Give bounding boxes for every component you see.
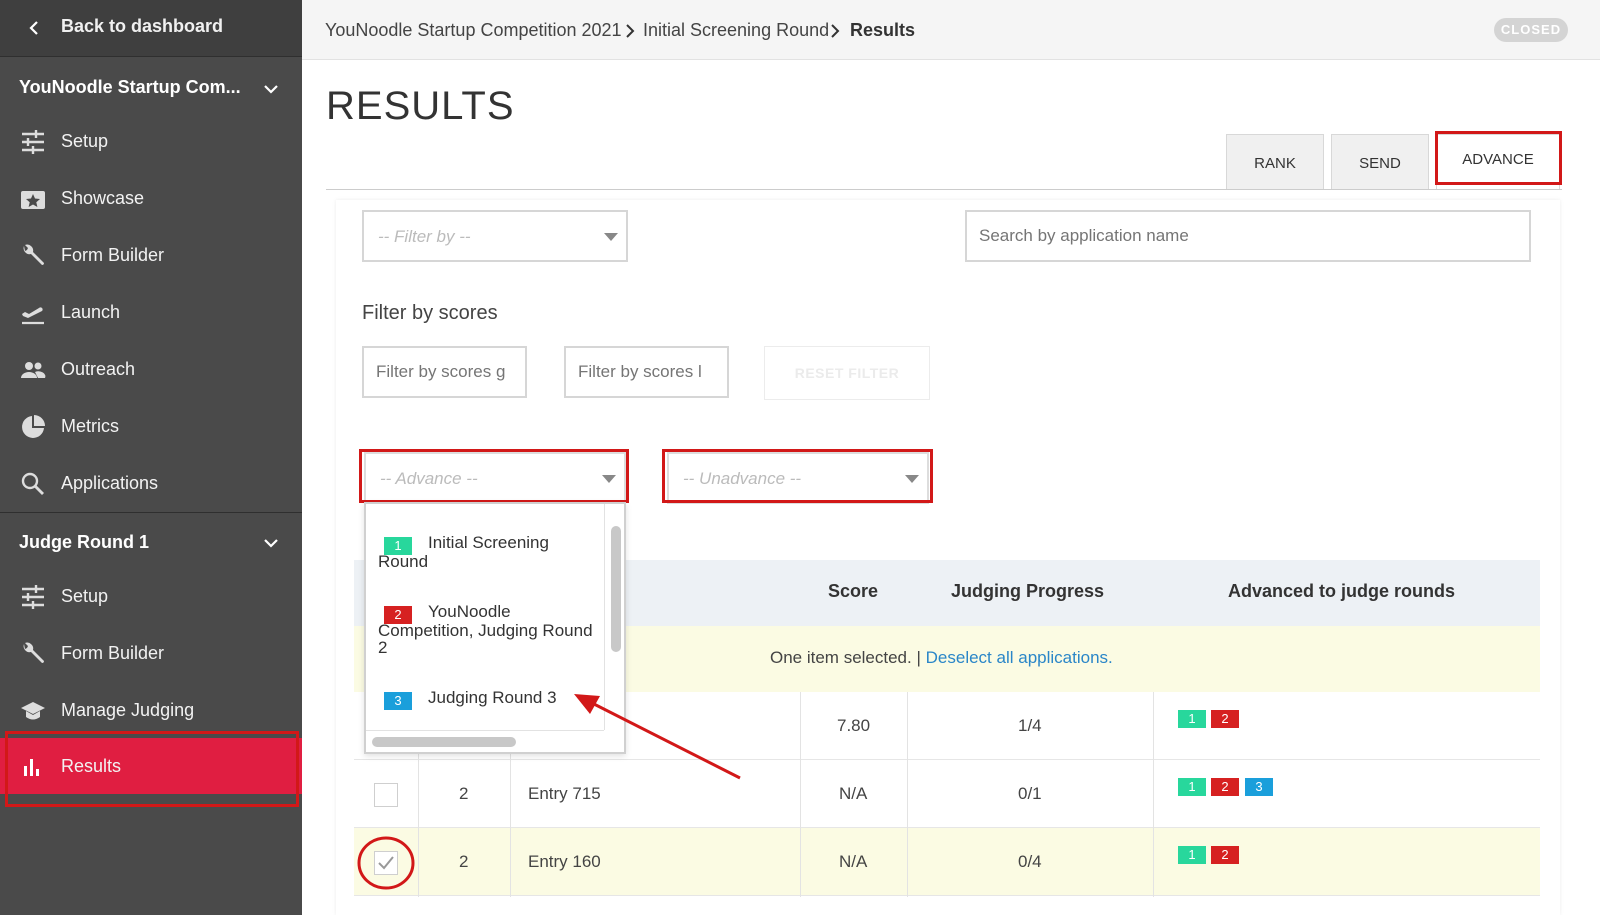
row-progress: 0/4 <box>1018 852 1042 871</box>
option-label: Judging Round 3 <box>428 688 557 707</box>
wrench-icon <box>20 243 46 269</box>
tab-rank[interactable]: RANK <box>1226 134 1324 190</box>
round-badge-3: 3 <box>384 692 412 710</box>
column-judging-progress[interactable]: Judging Progress <box>951 581 1104 602</box>
advance-option-judging-round-2[interactable]: 2 YouNoodle Competition, Judging Round 2 <box>378 603 598 656</box>
sidebar-item-round-form-builder[interactable]: Form Builder <box>0 625 302 681</box>
page-title: RESULTS <box>326 84 515 128</box>
back-to-dashboard-link[interactable]: Back to dashboard <box>0 0 302 56</box>
vertical-scrollbar[interactable] <box>611 526 621 652</box>
selection-text: One item selected. | Deselect all applic… <box>770 648 1113 668</box>
program-section-title[interactable]: YouNoodle Startup Com... <box>19 77 241 98</box>
row-score: N/A <box>839 852 868 871</box>
round-badge-3: 3 <box>1245 778 1273 796</box>
deselect-all-link[interactable]: Deselect all applications. <box>926 648 1113 667</box>
row-score: N/A <box>839 784 868 803</box>
sliders-icon <box>20 129 46 155</box>
round-badge-1: 1 <box>1178 778 1206 796</box>
row-rank: 2 <box>459 852 469 871</box>
column-divider <box>1153 692 1154 897</box>
round-badge-2: 2 <box>1211 778 1239 796</box>
chevron-right-icon <box>828 23 842 39</box>
advance-tab-annotation-box <box>1435 131 1562 185</box>
column-divider <box>800 692 801 897</box>
sidebar-item-launch[interactable]: Launch <box>0 284 302 340</box>
advance-option-initial-screening[interactable]: 1 Initial Screening Round <box>378 534 598 570</box>
row-rank: 2 <box>459 784 469 803</box>
sliders-icon <box>20 584 46 610</box>
row-entry-name[interactable]: Entry 160 <box>528 852 601 872</box>
breadcrumb-round[interactable]: Initial Screening Round <box>643 20 829 41</box>
sidebar-item-label: Setup <box>61 586 109 606</box>
sidebar-item-outreach[interactable]: Outreach <box>0 341 302 397</box>
round-section-title[interactable]: Judge Round 1 <box>19 532 149 553</box>
row-checkbox[interactable] <box>374 783 398 807</box>
sidebar-divider <box>0 512 302 513</box>
row-progress: 0/1 <box>1018 784 1042 803</box>
sidebar-item-showcase[interactable]: Showcase <box>0 170 302 226</box>
search-icon <box>20 471 46 497</box>
round-badge-1: 1 <box>384 537 412 555</box>
advance-select-annotation-box <box>359 449 629 503</box>
checkbox-annotation-circle <box>357 836 415 890</box>
filter-by-scores-label: Filter by scores <box>362 302 498 324</box>
round-badge-2: 2 <box>1211 846 1239 864</box>
filter-by-placeholder: -- Filter by -- <box>378 227 471 246</box>
chevron-down-icon[interactable] <box>262 534 280 552</box>
annotation-arrow-icon <box>574 694 741 780</box>
sidebar-item-form-builder[interactable]: Form Builder <box>0 227 302 283</box>
round-badge-2: 2 <box>1211 710 1239 728</box>
column-divider <box>907 692 908 897</box>
sidebar-item-label: Outreach <box>61 359 136 379</box>
sidebar-item-label: Form Builder <box>61 245 165 265</box>
tabs-divider <box>326 189 1562 190</box>
status-badge: CLOSED <box>1494 18 1568 42</box>
round-badge-1: 1 <box>1178 710 1206 728</box>
scores-greater-input[interactable] <box>362 346 527 398</box>
sidebar-item-metrics[interactable]: Metrics <box>0 398 302 454</box>
sidebar-item-label: Applications <box>61 473 159 493</box>
wrench-icon <box>20 641 46 667</box>
breadcrumb-competition[interactable]: YouNoodle Startup Competition 2021 <box>325 20 622 41</box>
sidebar-item-setup[interactable]: Setup <box>0 113 302 169</box>
row-score: 7.80 <box>837 716 871 735</box>
reset-filter-button[interactable]: RESET FILTER <box>764 346 930 400</box>
row-progress: 1/4 <box>1018 716 1042 735</box>
unadvance-select-annotation-box <box>662 449 933 503</box>
sidebar-item-label: Launch <box>61 302 121 322</box>
horizontal-scrollbar[interactable] <box>372 737 516 747</box>
selection-separator: | <box>916 648 921 667</box>
sidebar-item-label: Setup <box>61 131 109 151</box>
pie-chart-icon <box>20 414 46 440</box>
results-annotation-box <box>5 731 299 807</box>
tab-send[interactable]: SEND <box>1331 134 1429 190</box>
chevron-right-icon <box>623 23 637 39</box>
star-card-icon <box>20 186 46 212</box>
chevron-left-icon <box>24 18 44 38</box>
caret-down-icon <box>604 232 618 242</box>
people-icon <box>20 357 46 383</box>
sidebar-item-applications[interactable]: Applications <box>0 455 302 511</box>
chevron-down-icon[interactable] <box>262 80 280 98</box>
round-badge-2: 2 <box>384 606 412 624</box>
back-to-dashboard-label: Back to dashboard <box>61 16 224 36</box>
search-input[interactable] <box>965 210 1531 262</box>
round-badge-1: 1 <box>1178 846 1206 864</box>
column-score[interactable]: Score <box>828 581 878 602</box>
sidebar-item-label: Form Builder <box>61 643 165 663</box>
graduation-cap-icon <box>20 698 46 724</box>
sidebar-divider <box>0 56 302 57</box>
sidebar-item-label: Showcase <box>61 188 145 208</box>
scores-less-input[interactable] <box>564 346 729 398</box>
sidebar-item-manage-judging[interactable]: Manage Judging <box>0 682 302 738</box>
plane-takeoff-icon <box>20 300 46 326</box>
sidebar-item-label: Metrics <box>61 416 119 436</box>
breadcrumb-current: Results <box>850 20 916 40</box>
sidebar-item-label: Manage Judging <box>61 700 195 720</box>
selection-count-text: One item selected. <box>770 648 912 667</box>
sidebar-item-round-setup[interactable]: Setup <box>0 568 302 624</box>
filter-by-select[interactable]: -- Filter by -- <box>362 210 628 262</box>
column-advanced-rounds[interactable]: Advanced to judge rounds <box>1228 581 1455 602</box>
